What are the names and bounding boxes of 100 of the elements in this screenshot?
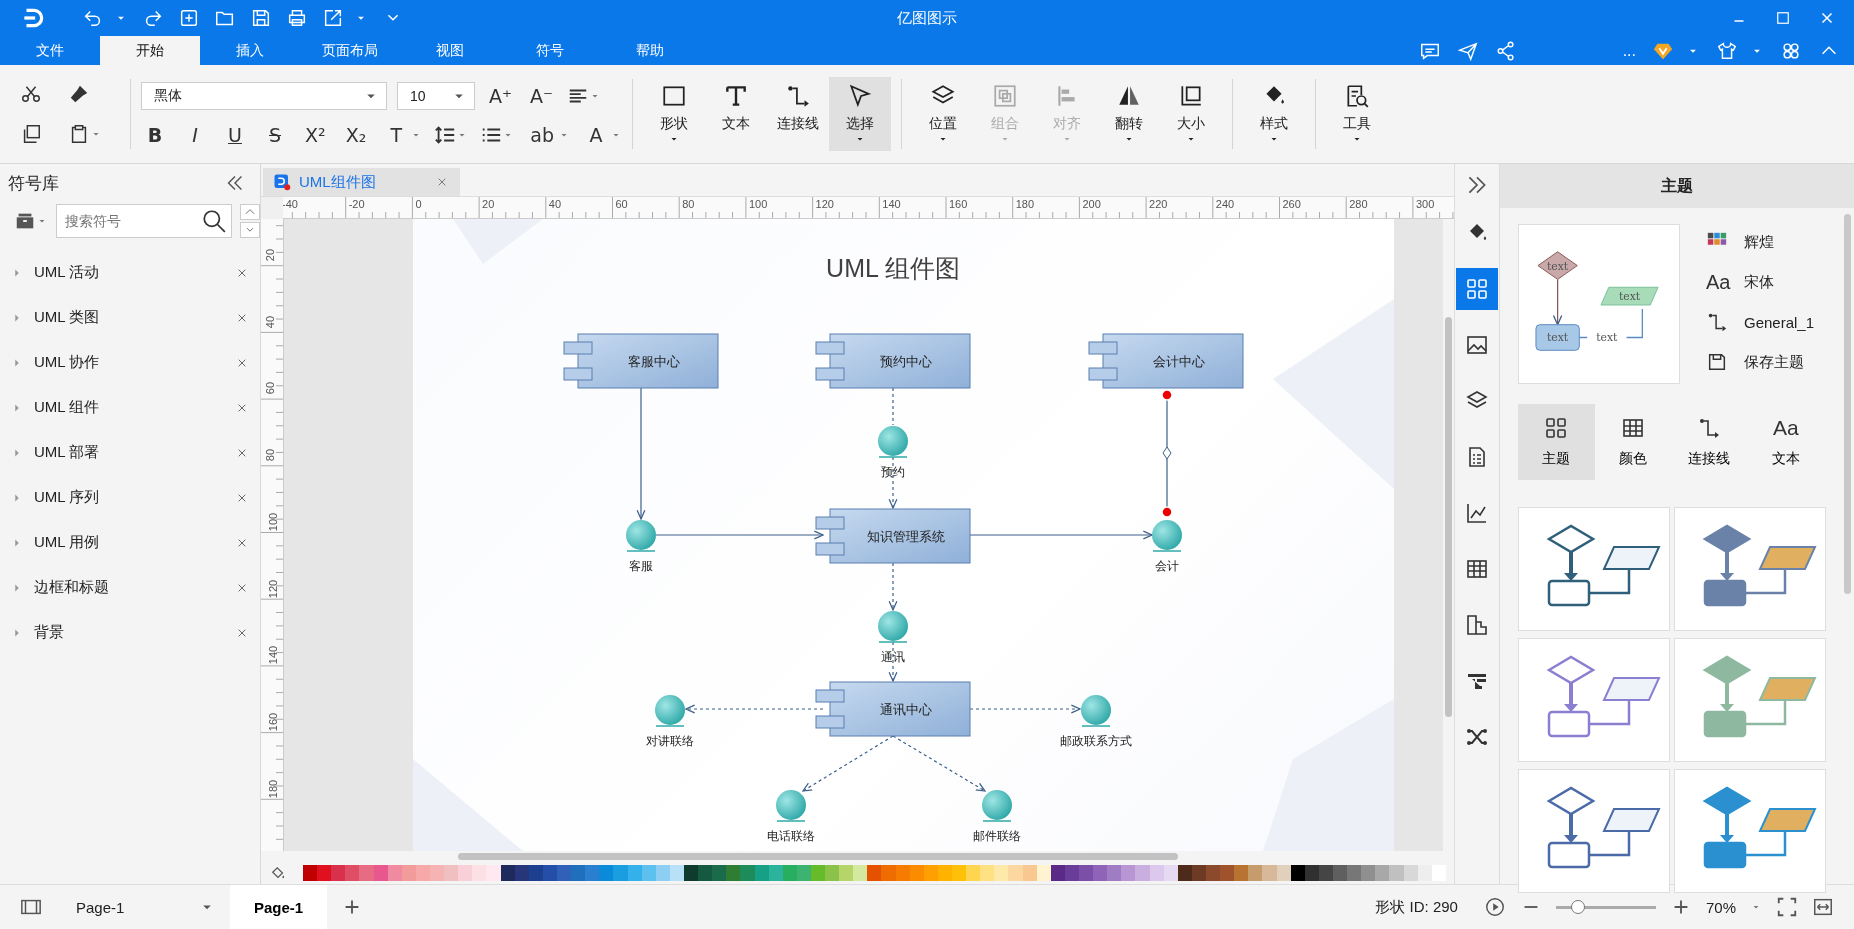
ruler-label: 300 <box>1415 198 1435 210</box>
library-item[interactable]: UML 活动 <box>34 263 100 282</box>
diagram-title: UML 组件图 <box>826 254 960 282</box>
theme-tab[interactable]: Aa 文本 <box>1747 404 1824 480</box>
format-button[interactable]: A <box>582 124 610 146</box>
ruler-label: 280 <box>1349 198 1368 210</box>
library-item[interactable]: UML 协作 <box>34 353 100 372</box>
ribbon-button[interactable]: 翻转 <box>1098 77 1160 151</box>
zoom-level[interactable]: 70% <box>1705 898 1736 916</box>
ruler-label: 180 <box>1015 198 1035 210</box>
format-button[interactable]: X₂ <box>341 124 371 146</box>
font-size-button[interactable]: A⁻ <box>526 85 558 107</box>
interface-label: 通讯 <box>881 650 905 664</box>
ribbon-button[interactable]: 工具 <box>1326 77 1388 151</box>
menu-tab[interactable]: 文件 <box>0 36 100 65</box>
interface-label: 客服 <box>629 559 653 573</box>
search-field[interactable]: 搜索符号 <box>56 204 232 238</box>
ruler-label: 180 <box>267 779 280 798</box>
ruler-label: 40 <box>264 315 277 328</box>
ruler-label: 40 <box>548 198 562 210</box>
ribbon-button[interactable]: 文本 <box>705 77 767 151</box>
theme-tab[interactable]: 连接线 <box>1671 404 1748 480</box>
menu-tab[interactable]: 视图 <box>400 36 500 65</box>
library-item[interactable]: UML 类图 <box>34 308 100 327</box>
ribbon-button[interactable]: 连接线 <box>767 77 829 151</box>
library-item[interactable]: UML 序列 <box>34 488 100 507</box>
theme-option[interactable]: 辉煌 <box>1744 232 1774 252</box>
ruler-label: 20 <box>482 198 495 210</box>
ruler-label: 60 <box>615 198 628 210</box>
theme-tab[interactable]: 颜色 <box>1594 404 1671 480</box>
theme-tab[interactable]: 主题 <box>1518 404 1595 480</box>
format-button[interactable]: X² <box>301 124 330 146</box>
ruler-label: 120 <box>815 198 834 210</box>
document-tab[interactable]: UML组件图 <box>263 168 460 196</box>
format-button[interactable]: B <box>141 124 169 146</box>
font-dropdown[interactable]: 黑体 <box>141 82 387 110</box>
menu-tab[interactable]: 插入 <box>200 36 300 65</box>
component-label: 会计中心 <box>1153 354 1205 369</box>
ribbon-button[interactable]: 样式 <box>1243 77 1305 151</box>
format-button[interactable]: T <box>382 124 411 146</box>
ruler-label: 60 <box>264 382 277 395</box>
ruler-label: 240 <box>1215 198 1235 210</box>
menu-tab[interactable]: 帮助 <box>600 36 700 65</box>
library-item[interactable]: UML 用例 <box>34 533 100 552</box>
window-title: 亿图图示 <box>897 8 957 28</box>
shape-id-text: 形状 ID: 290 <box>1375 897 1458 917</box>
theme-option[interactable]: 保存主题 <box>1744 352 1804 372</box>
interface-label: 对讲联络 <box>646 734 694 748</box>
ribbon-button[interactable]: 位置 <box>912 77 974 151</box>
ruler-label: 120 <box>267 579 280 598</box>
page-dropdown[interactable]: Page-1 <box>56 898 216 916</box>
menu-tab[interactable]: 页面布局 <box>300 36 400 65</box>
library-item[interactable]: UML 组件 <box>34 398 100 417</box>
menu-tab[interactable]: 开始 <box>100 36 200 65</box>
ruler-label: 20 <box>264 248 277 262</box>
ruler-label: -40 <box>283 198 298 210</box>
format-button[interactable]: U <box>221 124 249 146</box>
component-label: 知识管理系统 <box>867 529 945 544</box>
component-label: 预约中心 <box>880 354 932 369</box>
more-text[interactable]: ... <box>1622 41 1636 60</box>
interface-label: 会计 <box>1155 559 1179 573</box>
panel-title: 主题 <box>1661 175 1693 196</box>
format-button[interactable]: S <box>261 124 289 146</box>
ruler-label: 160 <box>949 198 968 210</box>
ruler-label: 100 <box>748 198 768 210</box>
interface-label: 预约 <box>881 465 905 479</box>
library-item[interactable]: 背景 <box>34 623 64 642</box>
theme-option[interactable]: 宋体 <box>1744 272 1774 292</box>
ruler-label: 160 <box>267 712 280 732</box>
preview-text: text <box>1596 331 1618 345</box>
ruler-label: 220 <box>1149 198 1168 210</box>
ruler-label: 140 <box>882 198 901 210</box>
font-size-button[interactable]: A⁺ <box>485 85 517 107</box>
component-label: 客服中心 <box>628 354 680 369</box>
preview-text: text <box>1547 331 1569 345</box>
preview-text: text <box>1547 259 1569 273</box>
ruler-label: 140 <box>267 646 280 665</box>
ribbon-button[interactable]: 大小 <box>1160 77 1222 151</box>
page-tab[interactable]: Page-1 <box>230 885 328 929</box>
interface-label: 邮件联络 <box>973 829 1021 843</box>
ruler-label: -20 <box>348 198 365 210</box>
ruler-label: 0 <box>415 198 422 210</box>
font-size-dropdown[interactable]: 10 <box>397 82 475 110</box>
menu-tab[interactable]: 符号 <box>500 36 600 65</box>
ruler-label: 200 <box>1082 198 1101 210</box>
panel-title: 符号库 <box>8 172 59 195</box>
theme-preview-card[interactable]: text text text text <box>1518 224 1680 384</box>
ruler-label: 100 <box>267 512 280 531</box>
preview-text: text <box>1618 290 1641 304</box>
format-button[interactable]: ab <box>526 124 558 146</box>
ribbon-button[interactable]: 选择 <box>829 77 891 151</box>
library-item[interactable]: 边框和标题 <box>34 578 109 597</box>
theme-option[interactable]: General_1 <box>1744 313 1815 331</box>
component-label: 通讯中心 <box>880 702 932 717</box>
format-button[interactable]: I <box>181 124 209 146</box>
interface-label: 电话联络 <box>767 829 815 843</box>
interface-label: 邮政联系方式 <box>1060 734 1132 748</box>
ruler-label: 80 <box>682 198 695 210</box>
ribbon-button[interactable]: 形状 <box>643 77 705 151</box>
library-item[interactable]: UML 部署 <box>34 443 100 462</box>
